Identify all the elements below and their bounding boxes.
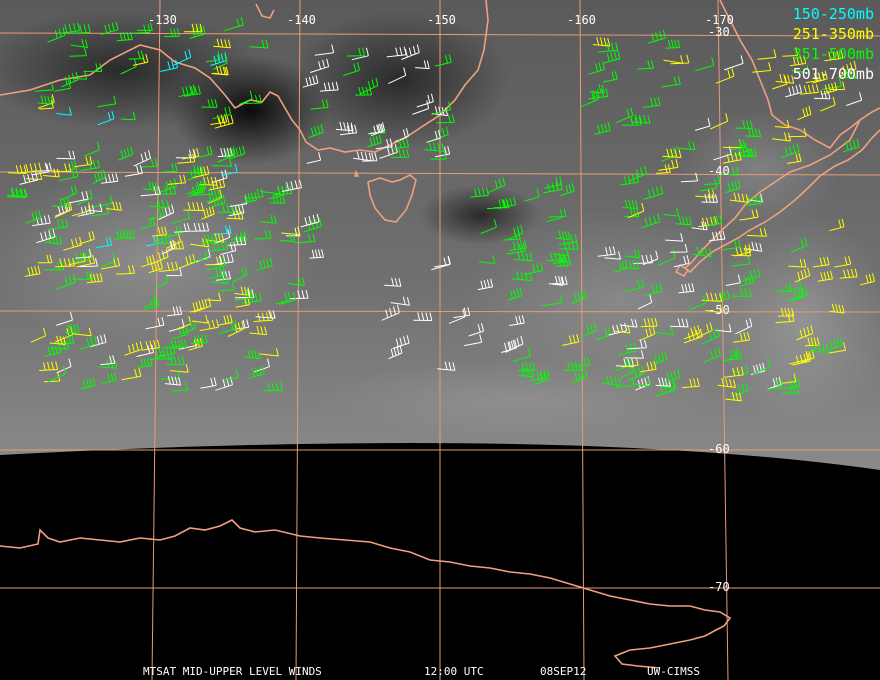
lat-label: -40 (708, 164, 730, 178)
footer-caption: MTSAT MID-UPPER LEVEL WINDS 12:00 UTC 08… (0, 664, 880, 680)
lat-label: -30 (708, 25, 730, 39)
legend-item-150-250: 150-250mb (792, 5, 874, 23)
footer-source: UW-CIMSS (647, 665, 700, 678)
footer-time: 12:00 UTC (424, 665, 484, 678)
lon-label: -140 (287, 13, 316, 27)
legend-item-501-700: 501-700mb (792, 65, 874, 83)
lon-label: -130 (148, 13, 177, 27)
footer-date: 08SEP12 (540, 665, 587, 678)
legend-item-251-350: 251-350mb (792, 25, 874, 43)
lon-label: -160 (567, 13, 596, 27)
lat-label: -60 (708, 442, 730, 456)
lat-label: -50 (708, 303, 730, 317)
satellite-map: -130 -140 -150 -160 -170 -30 -40 -50 -60… (0, 0, 880, 680)
legend-item-351-500: 351-500mb (792, 45, 874, 63)
lat-label: -70 (708, 580, 730, 594)
footer-title: MTSAT MID-UPPER LEVEL WINDS (143, 665, 322, 678)
lon-label: -150 (427, 13, 456, 27)
pressure-legend: 150-250mb 251-350mb 351-500mb 501-700mb (793, 4, 874, 84)
